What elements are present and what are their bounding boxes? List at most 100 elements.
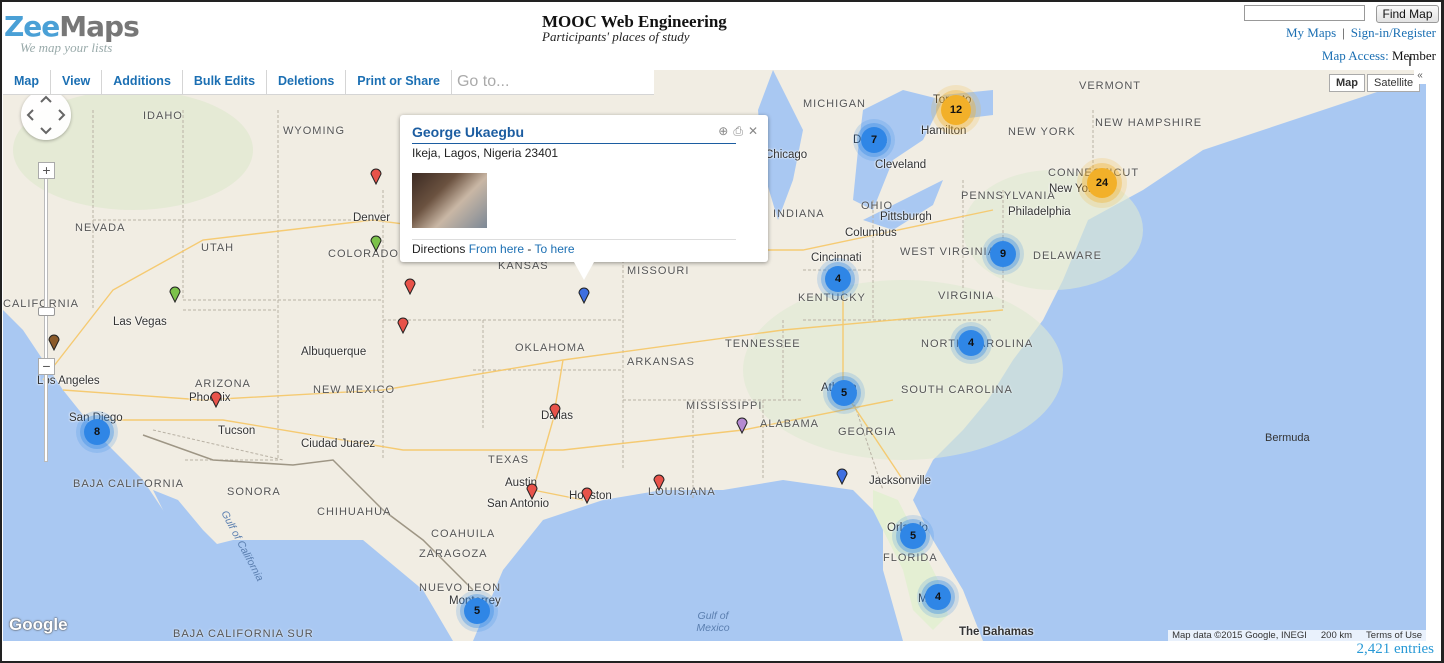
footer-bar: 2,421 entries — [3, 641, 1441, 661]
toolbar-print-share-menu[interactable]: Print or Share — [346, 70, 452, 95]
state-label: CHIHUAHUA — [317, 506, 392, 518]
state-label: NEW MEXICO — [313, 384, 396, 396]
state-label: VIRGINIA — [938, 290, 995, 302]
state-label: MISSOURI — [627, 265, 690, 277]
goto-location-input[interactable] — [451, 70, 654, 95]
pan-control[interactable] — [21, 90, 71, 140]
map-pin-brown[interactable] — [48, 333, 60, 351]
city-label: Cincinnati — [811, 252, 862, 264]
map-pin-red[interactable] — [653, 473, 665, 491]
toolbar-bulk-edits-menu[interactable]: Bulk Edits — [183, 70, 268, 95]
city-label: San Antonio — [487, 498, 550, 510]
cluster-marker[interactable]: 9 — [990, 241, 1016, 267]
cluster-marker[interactable]: 7 — [861, 127, 887, 153]
toolbar-deletions-menu[interactable]: Deletions — [267, 70, 347, 95]
state-label: WEST VIRGINIA — [900, 246, 996, 258]
collapse-panel-icon[interactable]: « — [1414, 70, 1426, 84]
terms-of-use-link[interactable]: Terms of Use — [1366, 630, 1422, 641]
popup-actions: ⊕ ⎙ ✕ — [718, 124, 758, 139]
close-icon[interactable]: ✕ — [748, 124, 758, 139]
state-label: WYOMING — [283, 125, 345, 137]
map-pin-red[interactable] — [210, 390, 222, 408]
logo-maps: Maps — [59, 10, 139, 43]
entries-count[interactable]: 2,421 entries — [1357, 641, 1434, 658]
map-pin-red[interactable] — [404, 277, 416, 295]
state-label: ARKANSAS — [627, 356, 695, 368]
popup-directions: Directions From here - To here — [412, 242, 575, 256]
google-logo: Google — [9, 615, 68, 634]
state-label: TEXAS — [488, 454, 530, 466]
state-label: IDAHO — [143, 110, 183, 122]
popup-divider — [412, 239, 736, 240]
signin-register-link[interactable]: Sign-in/Register — [1351, 25, 1436, 40]
map-pin-green[interactable] — [169, 285, 181, 303]
popup-photo[interactable] — [412, 173, 487, 228]
map-pin-red[interactable] — [370, 167, 382, 185]
city-label: Tucson — [218, 425, 256, 437]
bahamas-label: The Bahamas — [959, 626, 1034, 638]
cluster-marker[interactable]: 5 — [464, 598, 490, 624]
city-label: Las Vegas — [113, 316, 167, 328]
map-subtitle: Participants' places of study — [542, 29, 690, 44]
city-label: Chicago — [765, 149, 808, 161]
city-label: Ciudad Juarez — [301, 438, 376, 450]
state-label: COAHUILA — [431, 528, 496, 540]
toolbar-view-menu[interactable]: View — [51, 70, 103, 95]
state-label: SOUTH CAROLINA — [901, 384, 1013, 396]
directions-from-here-link[interactable]: From here — [469, 242, 524, 256]
map-pin-red[interactable] — [581, 486, 593, 504]
zoom-to-icon[interactable]: ⊕ — [718, 124, 728, 139]
pan-arrows-icon — [26, 95, 66, 135]
zoom-slider-thumb[interactable] — [38, 307, 55, 316]
map-pin-selected[interactable] — [578, 286, 590, 304]
cluster-marker[interactable]: 5 — [831, 380, 857, 406]
city-label: Pittsburgh — [880, 211, 932, 223]
info-popup: George Ukaegbu ⊕ ⎙ ✕ Ikeja, Lagos, Niger… — [400, 115, 768, 280]
map-type-map-button[interactable]: Map — [1329, 74, 1365, 92]
cluster-marker[interactable]: 4 — [925, 584, 951, 610]
logo-zee: Zee — [4, 10, 60, 43]
map-pin-green[interactable] — [370, 234, 382, 252]
map-pin-violet[interactable] — [736, 416, 748, 434]
cluster-marker[interactable]: 4 — [958, 330, 984, 356]
directions-to-here-link[interactable]: To here — [535, 242, 575, 256]
zoom-in-button[interactable]: + — [38, 162, 55, 179]
cluster-marker[interactable]: 12 — [941, 95, 971, 125]
cluster-marker[interactable]: 8 — [84, 419, 110, 445]
map-access-label[interactable]: Map Access: — [1322, 48, 1389, 63]
cluster-marker[interactable]: 4 — [825, 266, 851, 292]
state-label: PENNSYLVANIA — [961, 190, 1056, 202]
map-pin-red[interactable] — [397, 316, 409, 334]
state-label: ALABAMA — [760, 418, 819, 430]
zoom-out-button[interactable]: − — [38, 358, 55, 375]
state-label: BAJA CALIFORNIA SUR — [173, 628, 314, 640]
state-label: NEW YORK — [1008, 126, 1076, 138]
state-label: GEORGIA — [838, 426, 897, 438]
state-label: INDIANA — [773, 208, 825, 220]
find-map-input[interactable] — [1244, 5, 1365, 21]
popup-name[interactable]: George Ukaegbu — [412, 124, 524, 140]
toolbar-map-menu[interactable]: Map — [3, 70, 51, 95]
cluster-marker[interactable]: 5 — [900, 523, 926, 549]
find-map-button[interactable]: Find Map — [1376, 5, 1439, 23]
state-label: DELAWARE — [1033, 250, 1102, 262]
state-label: TENNESSEE — [725, 338, 801, 350]
map-access-value: Member — [1391, 48, 1436, 63]
toolbar-additions-menu[interactable]: Additions — [102, 70, 183, 95]
cluster-marker[interactable]: 24 — [1087, 168, 1117, 198]
map-pin-red[interactable] — [526, 482, 538, 500]
state-label: MICHIGAN — [803, 98, 866, 110]
map-type-satellite-button[interactable]: Satellite — [1367, 74, 1421, 92]
water-label: Gulf of Mexico — [696, 610, 730, 634]
print-icon[interactable]: ⎙ — [733, 124, 743, 139]
state-label: VERMONT — [1079, 80, 1141, 92]
state-label: SONORA — [227, 486, 281, 498]
bermuda-label: Bermuda — [1265, 432, 1310, 444]
city-label: Columbus — [845, 227, 897, 239]
main-toolbar: Map View Additions Bulk Edits Deletions … — [3, 70, 654, 95]
state-label: FLORIDA — [883, 552, 938, 564]
map-pin-red[interactable] — [549, 402, 561, 420]
map-pin-blue[interactable] — [836, 467, 848, 485]
my-maps-link[interactable]: My Maps — [1286, 25, 1336, 40]
zeemaps-logo[interactable]: ZeeMaps — [4, 10, 140, 43]
